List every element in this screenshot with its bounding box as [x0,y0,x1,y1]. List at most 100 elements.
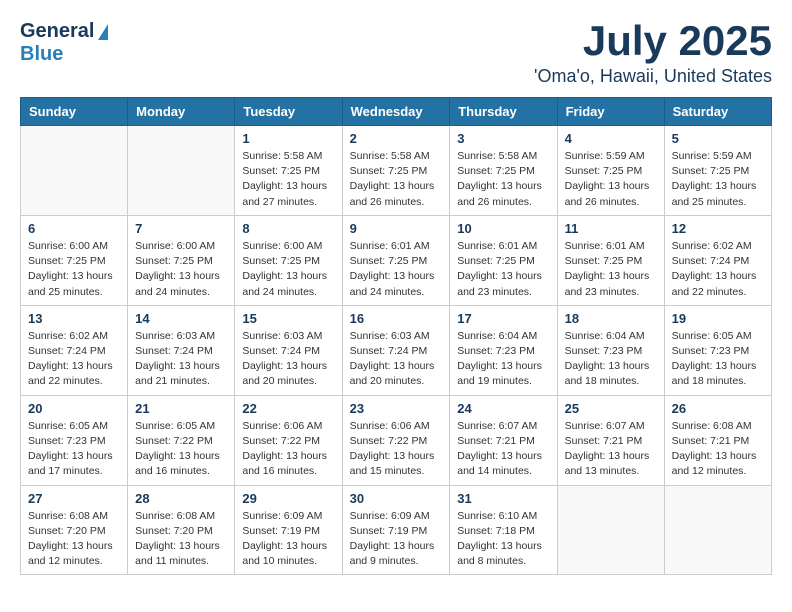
day-number: 19 [672,311,764,326]
day-info: Sunrise: 5:59 AM Sunset: 7:25 PM Dayligh… [565,149,657,210]
day-info: Sunrise: 6:09 AM Sunset: 7:19 PM Dayligh… [350,509,443,570]
day-info: Sunrise: 5:58 AM Sunset: 7:25 PM Dayligh… [457,149,549,210]
day-info: Sunrise: 6:08 AM Sunset: 7:20 PM Dayligh… [28,509,120,570]
day-number: 13 [28,311,120,326]
day-info: Sunrise: 6:08 AM Sunset: 7:20 PM Dayligh… [135,509,227,570]
day-info: Sunrise: 6:04 AM Sunset: 7:23 PM Dayligh… [565,329,657,390]
calendar-week-row: 1 Sunrise: 5:58 AM Sunset: 7:25 PM Daylig… [21,126,772,216]
table-row: 21 Sunrise: 6:05 AM Sunset: 7:22 PM Dayli… [128,395,235,485]
table-row: 9 Sunrise: 6:01 AM Sunset: 7:25 PM Daylig… [342,215,450,305]
day-info: Sunrise: 6:00 AM Sunset: 7:25 PM Dayligh… [242,239,334,300]
day-info: Sunrise: 5:59 AM Sunset: 7:25 PM Dayligh… [672,149,764,210]
day-number: 20 [28,401,120,416]
day-number: 24 [457,401,549,416]
table-row: 25 Sunrise: 6:07 AM Sunset: 7:21 PM Dayli… [557,395,664,485]
header-tuesday: Tuesday [235,98,342,126]
table-row [21,126,128,216]
day-info: Sunrise: 6:01 AM Sunset: 7:25 PM Dayligh… [350,239,443,300]
day-number: 21 [135,401,227,416]
day-number: 15 [242,311,334,326]
table-row: 4 Sunrise: 5:59 AM Sunset: 7:25 PM Daylig… [557,126,664,216]
table-row: 18 Sunrise: 6:04 AM Sunset: 7:23 PM Dayli… [557,305,664,395]
location-title: 'Oma'o, Hawaii, United States [534,66,772,87]
day-info: Sunrise: 6:03 AM Sunset: 7:24 PM Dayligh… [135,329,227,390]
table-row: 14 Sunrise: 6:03 AM Sunset: 7:24 PM Dayli… [128,305,235,395]
day-number: 18 [565,311,657,326]
table-row: 16Sunrise: 6:03 AM Sunset: 7:24 PM Dayli… [342,305,450,395]
day-info: Sunrise: 6:06 AM Sunset: 7:22 PM Dayligh… [242,419,334,480]
day-info: Sunrise: 6:09 AM Sunset: 7:19 PM Dayligh… [242,509,334,570]
day-number: 25 [565,401,657,416]
table-row: 27 Sunrise: 6:08 AM Sunset: 7:20 PM Dayli… [21,485,128,575]
day-info: Sunrise: 6:04 AM Sunset: 7:23 PM Dayligh… [457,329,549,390]
table-row: 26 Sunrise: 6:08 AM Sunset: 7:21 PM Dayli… [664,395,771,485]
table-row: 12 Sunrise: 6:02 AM Sunset: 7:24 PM Dayli… [664,215,771,305]
table-row: 31Sunrise: 6:10 AM Sunset: 7:18 PM Dayli… [450,485,557,575]
calendar-week-row: 20 Sunrise: 6:05 AM Sunset: 7:23 PM Dayli… [21,395,772,485]
table-row: 1 Sunrise: 5:58 AM Sunset: 7:25 PM Daylig… [235,126,342,216]
day-number: 22 [242,401,334,416]
logo-general-text: General [20,20,94,43]
header-friday: Friday [557,98,664,126]
calendar-week-row: 13 Sunrise: 6:02 AM Sunset: 7:24 PM Dayli… [21,305,772,395]
day-info: Sunrise: 6:02 AM Sunset: 7:24 PM Dayligh… [28,329,120,390]
header-monday: Monday [128,98,235,126]
day-info: Sunrise: 6:01 AM Sunset: 7:25 PM Dayligh… [565,239,657,300]
header-sunday: Sunday [21,98,128,126]
table-row: 22 Sunrise: 6:06 AM Sunset: 7:22 PM Dayli… [235,395,342,485]
calendar-week-row: 6Sunrise: 6:00 AM Sunset: 7:25 PM Daylig… [21,215,772,305]
day-number: 31 [457,491,549,506]
header-wednesday: Wednesday [342,98,450,126]
day-number: 26 [672,401,764,416]
day-number: 27 [28,491,120,506]
logo-triangle-icon [98,24,108,40]
day-info: Sunrise: 6:01 AM Sunset: 7:25 PM Dayligh… [457,239,549,300]
table-row: 17 Sunrise: 6:04 AM Sunset: 7:23 PM Dayli… [450,305,557,395]
day-number: 12 [672,221,764,236]
day-info: Sunrise: 6:08 AM Sunset: 7:21 PM Dayligh… [672,419,764,480]
day-info: Sunrise: 6:03 AM Sunset: 7:24 PM Dayligh… [350,329,443,390]
calendar-table: Sunday Monday Tuesday Wednesday Thursday… [20,97,772,575]
table-row: 2 Sunrise: 5:58 AM Sunset: 7:25 PM Daylig… [342,126,450,216]
table-row: 20 Sunrise: 6:05 AM Sunset: 7:23 PM Dayli… [21,395,128,485]
table-row: 28 Sunrise: 6:08 AM Sunset: 7:20 PM Dayli… [128,485,235,575]
table-row: 6Sunrise: 6:00 AM Sunset: 7:25 PM Daylig… [21,215,128,305]
table-row: 29 Sunrise: 6:09 AM Sunset: 7:19 PM Dayli… [235,485,342,575]
day-info: Sunrise: 6:07 AM Sunset: 7:21 PM Dayligh… [565,419,657,480]
logo: General Blue [20,20,108,66]
table-row: 23Sunrise: 6:06 AM Sunset: 7:22 PM Dayli… [342,395,450,485]
day-number: 8 [242,221,334,236]
day-info: Sunrise: 6:03 AM Sunset: 7:24 PM Dayligh… [242,329,334,390]
table-row: 7 Sunrise: 6:00 AM Sunset: 7:25 PM Daylig… [128,215,235,305]
day-number: 3 [457,131,549,146]
day-number: 17 [457,311,549,326]
header-saturday: Saturday [664,98,771,126]
day-number: 29 [242,491,334,506]
calendar-week-row: 27 Sunrise: 6:08 AM Sunset: 7:20 PM Dayli… [21,485,772,575]
table-row: 30 Sunrise: 6:09 AM Sunset: 7:19 PM Dayli… [342,485,450,575]
day-info: Sunrise: 6:05 AM Sunset: 7:23 PM Dayligh… [28,419,120,480]
day-number: 1 [242,131,334,146]
table-row: 3 Sunrise: 5:58 AM Sunset: 7:25 PM Daylig… [450,126,557,216]
day-info: Sunrise: 6:05 AM Sunset: 7:23 PM Dayligh… [672,329,764,390]
table-row [557,485,664,575]
day-info: Sunrise: 5:58 AM Sunset: 7:25 PM Dayligh… [350,149,443,210]
calendar-header-row: Sunday Monday Tuesday Wednesday Thursday… [21,98,772,126]
day-info: Sunrise: 6:05 AM Sunset: 7:22 PM Dayligh… [135,419,227,480]
day-number: 30 [350,491,443,506]
day-number: 2 [350,131,443,146]
day-number: 28 [135,491,227,506]
day-number: 10 [457,221,549,236]
table-row [128,126,235,216]
table-row: 15 Sunrise: 6:03 AM Sunset: 7:24 PM Dayli… [235,305,342,395]
day-info: Sunrise: 6:02 AM Sunset: 7:24 PM Dayligh… [672,239,764,300]
day-info: Sunrise: 6:00 AM Sunset: 7:25 PM Dayligh… [135,239,227,300]
day-info: Sunrise: 6:06 AM Sunset: 7:22 PM Dayligh… [350,419,443,480]
day-number: 4 [565,131,657,146]
page-header: General Blue July 2025 'Oma'o, Hawaii, U… [20,20,772,87]
day-number: 9 [350,221,443,236]
day-info: Sunrise: 5:58 AM Sunset: 7:25 PM Dayligh… [242,149,334,210]
day-number: 14 [135,311,227,326]
header-thursday: Thursday [450,98,557,126]
day-number: 7 [135,221,227,236]
